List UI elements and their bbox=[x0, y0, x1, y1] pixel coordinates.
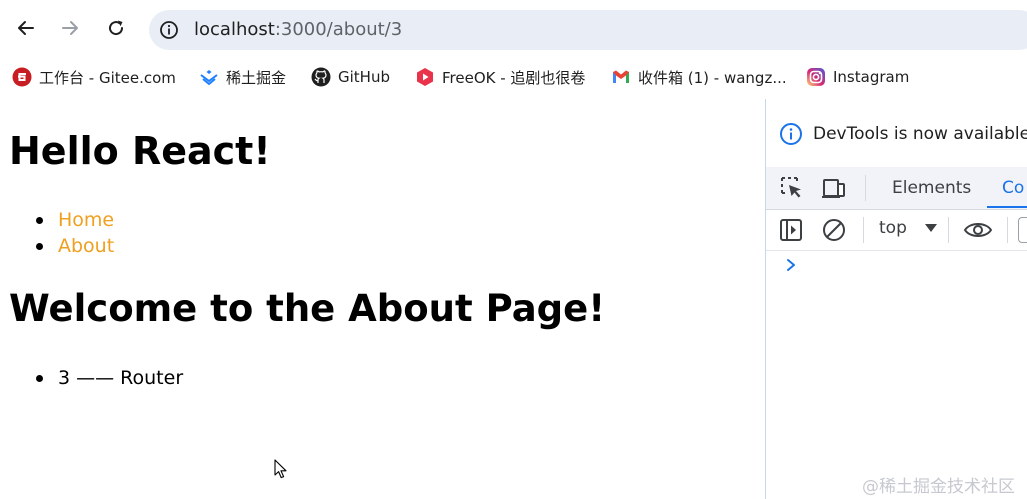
url-text[interactable]: localhost:3000/about/3 bbox=[194, 19, 402, 40]
active-tab-indicator bbox=[987, 206, 1027, 208]
url-path: :3000/about/3 bbox=[274, 19, 403, 40]
bookmark-label: 工作台 - Gitee.com bbox=[39, 68, 176, 87]
url-host: localhost bbox=[194, 19, 275, 40]
page-title: Hello React! bbox=[9, 129, 271, 173]
bookmark-github[interactable]: GitHub bbox=[311, 65, 390, 89]
arrow-left-icon bbox=[18, 21, 34, 35]
context-select[interactable]: top bbox=[879, 218, 938, 238]
param-text: 3 —— Router bbox=[58, 367, 184, 389]
eye-icon[interactable] bbox=[963, 217, 993, 243]
inspect-element-icon[interactable] bbox=[779, 175, 805, 201]
filter-input[interactable] bbox=[1018, 217, 1027, 243]
bookmarks-bar: 工作台 - Gitee.com 稀土掘金 GitHub FreeOK - 追剧也… bbox=[0, 58, 1027, 98]
address-bar[interactable]: localhost:3000/about/3 bbox=[149, 10, 1027, 50]
bookmark-label: 稀土掘金 bbox=[226, 68, 287, 87]
about-heading: Welcome to the About Page! bbox=[9, 287, 606, 330]
gmail-icon bbox=[613, 70, 629, 83]
bookmark-label: Instagram bbox=[833, 68, 910, 86]
toolbar-divider bbox=[863, 217, 864, 243]
nav-list: Home About bbox=[33, 207, 114, 259]
juejin-icon bbox=[200, 70, 218, 86]
tab-console[interactable]: Co bbox=[1002, 178, 1024, 198]
dropdown-arrow-icon bbox=[925, 224, 938, 232]
watermark: @稀土掘金技术社区 bbox=[862, 477, 1015, 497]
list-item: Home bbox=[33, 207, 114, 233]
list-item: 3 —— Router bbox=[33, 365, 183, 391]
back-button[interactable] bbox=[13, 15, 39, 41]
toolbar-divider bbox=[1007, 217, 1008, 243]
site-info-icon[interactable] bbox=[159, 20, 179, 40]
devtools-panel: DevTools is now available Elements Co to… bbox=[765, 99, 1027, 499]
home-link[interactable]: Home bbox=[58, 209, 114, 231]
forward-button[interactable] bbox=[57, 15, 83, 41]
bookmark-label: 收件箱 (1) - wangz... bbox=[638, 68, 787, 87]
clear-console-icon[interactable] bbox=[821, 217, 847, 243]
device-toolbar-icon[interactable] bbox=[821, 175, 847, 201]
info-icon bbox=[780, 123, 802, 145]
bookmark-juejin[interactable]: 稀土掘金 bbox=[199, 65, 286, 89]
page-content: Hello React! Home About Welcome to the A… bbox=[0, 99, 765, 499]
devtools-banner: DevTools is now available bbox=[766, 99, 1027, 167]
tab-elements[interactable]: Elements bbox=[892, 178, 971, 198]
reload-button[interactable] bbox=[103, 15, 129, 41]
bookmark-gitee[interactable]: 工作台 - Gitee.com bbox=[12, 65, 176, 89]
bookmark-label: FreeOK - 追剧也很卷 bbox=[442, 68, 586, 87]
bookmark-instagram[interactable]: Instagram bbox=[806, 65, 909, 89]
console-prompt-icon bbox=[787, 259, 795, 271]
devtools-banner-text: DevTools is now available bbox=[813, 124, 1027, 144]
browser-toolbar: localhost:3000/about/3 bbox=[0, 0, 1027, 58]
instagram-icon bbox=[807, 68, 825, 86]
context-select-value: top bbox=[879, 218, 907, 238]
about-link[interactable]: About bbox=[58, 235, 114, 257]
toolbar-divider bbox=[865, 175, 866, 201]
arrow-right-icon bbox=[62, 21, 78, 35]
bookmark-freeok[interactable]: FreeOK - 追剧也很卷 bbox=[415, 65, 585, 89]
bookmark-label: GitHub bbox=[338, 68, 390, 86]
sidebar-toggle-icon[interactable] bbox=[778, 217, 804, 243]
mouse-cursor-icon bbox=[274, 459, 287, 479]
bookmark-gmail[interactable]: 收件箱 (1) - wangz... bbox=[611, 65, 787, 89]
list-item: About bbox=[33, 233, 114, 259]
freeok-icon bbox=[417, 68, 433, 86]
github-icon bbox=[311, 67, 331, 87]
params-list: 3 —— Router bbox=[33, 365, 183, 391]
devtools-tab-bar: Elements Co bbox=[766, 167, 1027, 210]
toolbar-divider bbox=[948, 217, 949, 243]
reload-icon bbox=[109, 20, 124, 36]
console-toolbar: top bbox=[766, 210, 1027, 251]
gitee-icon bbox=[12, 67, 32, 87]
